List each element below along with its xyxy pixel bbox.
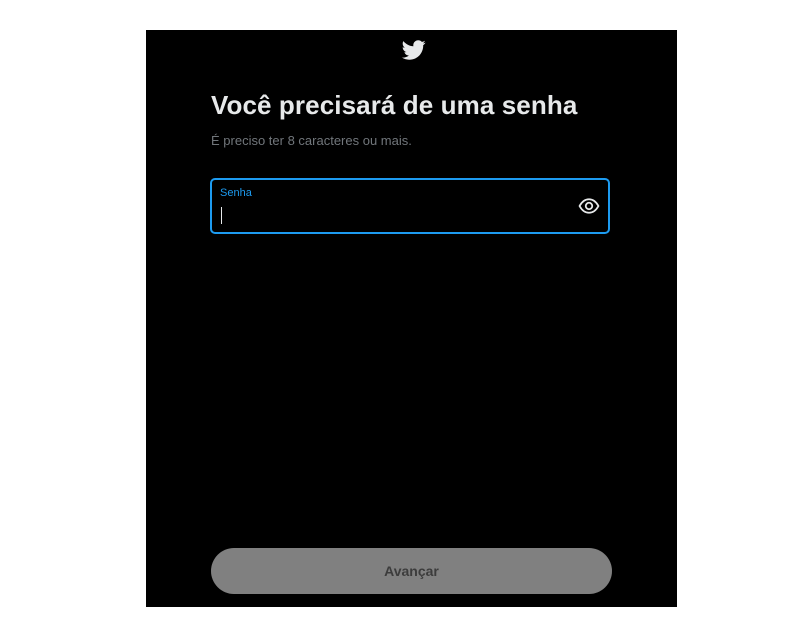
password-field[interactable]: Senha	[210, 178, 610, 234]
password-requirement-hint: É preciso ter 8 caracteres ou mais.	[211, 133, 412, 148]
twitter-bird-icon	[401, 40, 426, 60]
password-field-label: Senha	[220, 187, 252, 199]
next-button[interactable]: Avançar	[211, 548, 612, 594]
password-dialog: Você precisará de uma senha É preciso te…	[146, 30, 677, 607]
password-input[interactable]	[220, 205, 560, 225]
text-cursor	[221, 207, 222, 224]
eye-icon[interactable]	[578, 197, 600, 215]
page-title: Você precisará de uma senha	[211, 90, 578, 120]
